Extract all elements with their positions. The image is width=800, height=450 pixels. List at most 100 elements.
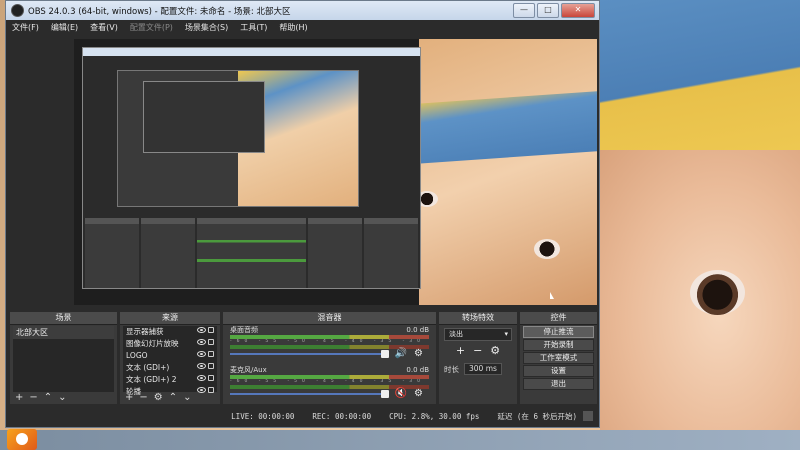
cpu-fps: CPU: 2.8%, 30.00 fps xyxy=(389,411,480,421)
add-scene-icon[interactable]: + xyxy=(15,393,23,403)
transition-gear-icon[interactable]: ⚙ xyxy=(490,344,500,357)
scenes-list[interactable]: 北部大区 xyxy=(13,326,114,392)
sources-dock: 来源 显示器捕获 图像幻灯片放映 LOGO 文本 (GDI+) 文本 (GDI+… xyxy=(120,312,220,404)
track-db: 0.0 dB xyxy=(406,326,429,334)
nested-dock-transitions xyxy=(307,218,362,288)
minimize-button[interactable]: — xyxy=(513,3,535,18)
transitions-dock-title: 转场特效 xyxy=(439,312,517,325)
window-title: OBS 24.0.3 (64-bit, windows) - 配置文件: 未命名… xyxy=(28,6,291,17)
visibility-eye-icon[interactable] xyxy=(197,327,206,333)
menu-scene-collection[interactable]: 场景集合(S) xyxy=(185,22,228,33)
muted-speaker-icon[interactable]: 🔇 xyxy=(395,388,407,399)
scenes-dock: 场景 北部大区 + − ⌃ ⌄ xyxy=(10,312,117,404)
lock-icon[interactable] xyxy=(208,339,214,345)
source-label: 文本 (GDI+) xyxy=(126,363,170,372)
gear-icon[interactable]: ⚙ xyxy=(414,348,423,359)
menu-file[interactable]: 文件(F) xyxy=(12,22,39,33)
add-source-icon[interactable]: + xyxy=(125,393,133,403)
move-down-icon[interactable]: ⌄ xyxy=(183,393,191,403)
duration-input[interactable]: 300 ms xyxy=(464,363,502,375)
menu-tools[interactable]: 工具(T) xyxy=(240,22,267,33)
transitions-dock: 转场特效 淡出 + − ⚙ 时长 300 ms xyxy=(439,312,517,404)
source-item[interactable]: 图像幻灯片放映 xyxy=(123,338,217,350)
move-down-icon[interactable]: ⌄ xyxy=(58,393,66,403)
visibility-eye-icon[interactable] xyxy=(197,351,206,357)
lock-icon[interactable] xyxy=(208,387,214,393)
close-button[interactable]: ✕ xyxy=(561,3,595,18)
maximize-button[interactable]: □ xyxy=(537,3,559,18)
nested-dock-controls xyxy=(363,218,419,288)
lock-icon[interactable] xyxy=(208,363,214,369)
taskbar xyxy=(0,430,800,450)
add-transition-icon[interactable]: + xyxy=(456,344,465,357)
status-bar: LIVE: 00:00:00 REC: 00:00:00 CPU: 2.8%, … xyxy=(6,409,599,423)
obs-logo-icon xyxy=(11,4,24,17)
menu-edit[interactable]: 编辑(E) xyxy=(51,22,78,33)
source-label: LOGO xyxy=(126,351,148,360)
track-name: 麦克风/Aux xyxy=(230,366,267,374)
speaker-icon[interactable]: 🔊 xyxy=(395,348,407,359)
preview-photo-eye xyxy=(534,239,560,259)
delay-status: 延迟 (在 6 秒后开始) xyxy=(497,411,577,421)
source-properties-gear-icon[interactable]: ⚙ xyxy=(154,393,163,403)
volume-slider[interactable] xyxy=(230,393,389,395)
start-recording-button[interactable]: 开始录制 xyxy=(523,339,594,351)
transition-select[interactable]: 淡出 xyxy=(444,328,512,341)
rec-timer: REC: 00:00:00 xyxy=(312,411,372,421)
mixer-dock-title: 混音器 xyxy=(223,312,436,325)
source-label: 显示器捕获 xyxy=(126,327,164,336)
taskbar-app-icon[interactable] xyxy=(7,429,37,450)
remove-transition-icon[interactable]: − xyxy=(473,344,482,357)
source-item[interactable]: 文本 (GDI+) 2 xyxy=(123,374,217,386)
source-item[interactable]: 文本 (GDI+) xyxy=(123,362,217,374)
scene-item[interactable]: 北部大区 xyxy=(13,326,114,339)
visibility-eye-icon[interactable] xyxy=(197,375,206,381)
volume-slider[interactable] xyxy=(230,353,389,355)
mixer-dock: 混音器 桌面音频 0.0 dB -60 -55 -50 -45 -40 -35 -… xyxy=(223,312,436,404)
mixer-track-desktop: 桌面音频0.0 dB -60 -55 -50 -45 -40 -35 -30 -… xyxy=(230,326,429,366)
move-up-icon[interactable]: ⌃ xyxy=(44,393,52,403)
exit-button[interactable]: 退出 xyxy=(523,378,594,390)
mouse-cursor-icon xyxy=(550,292,554,299)
lock-icon[interactable] xyxy=(208,351,214,357)
level-meter xyxy=(230,375,429,379)
lock-icon[interactable] xyxy=(208,327,214,333)
source-label: 图像幻灯片放映 xyxy=(126,339,179,348)
visibility-eye-icon[interactable] xyxy=(197,339,206,345)
track-db: 0.0 dB xyxy=(406,366,429,374)
level-meter xyxy=(230,335,429,339)
stop-streaming-button[interactable]: 停止推流 xyxy=(523,326,594,338)
track-name: 桌面音频 xyxy=(230,326,258,334)
move-up-icon[interactable]: ⌃ xyxy=(169,393,177,403)
settings-button[interactable]: 设置 xyxy=(523,365,594,377)
preview-canvas[interactable] xyxy=(74,39,597,305)
title-bar[interactable]: OBS 24.0.3 (64-bit, windows) - 配置文件: 未命名… xyxy=(6,1,599,20)
menu-help[interactable]: 帮助(H) xyxy=(279,22,307,33)
visibility-eye-icon[interactable] xyxy=(197,387,206,393)
obs-window: OBS 24.0.3 (64-bit, windows) - 配置文件: 未命名… xyxy=(5,0,600,428)
controls-dock-title: 控件 xyxy=(520,312,597,325)
sources-dock-title: 来源 xyxy=(120,312,220,325)
nested-title-bar xyxy=(83,48,420,56)
menu-bar: 文件(F) 编辑(E) 查看(V) 配置文件(P) 场景集合(S) 工具(T) … xyxy=(6,20,599,34)
studio-mode-button[interactable]: 工作室模式 xyxy=(523,352,594,364)
background-photo-eye xyxy=(690,270,745,315)
volume-slider-knob[interactable] xyxy=(381,390,389,398)
source-item[interactable]: LOGO xyxy=(123,350,217,362)
menu-profile[interactable]: 配置文件(P) xyxy=(130,22,173,33)
lock-icon[interactable] xyxy=(208,375,214,381)
source-item[interactable]: 显示器捕获 xyxy=(123,326,217,338)
remove-source-icon[interactable]: − xyxy=(139,393,147,403)
remove-scene-icon[interactable]: − xyxy=(29,393,37,403)
visibility-eye-icon[interactable] xyxy=(197,363,206,369)
mixer-track-mic: 麦克风/Aux 0.0 dB -60 -55 -50 -45 -40 -35 -3… xyxy=(230,366,429,406)
nested-docks xyxy=(83,218,420,288)
stream-status-indicator xyxy=(583,411,593,421)
scenes-dock-title: 场景 xyxy=(10,312,117,325)
sources-list[interactable]: 显示器捕获 图像幻灯片放映 LOGO 文本 (GDI+) 文本 (GDI+) 2… xyxy=(123,326,217,396)
menu-view[interactable]: 查看(V) xyxy=(90,22,118,33)
gear-icon[interactable]: ⚙ xyxy=(414,388,423,399)
source-label: 文本 (GDI+) 2 xyxy=(126,375,177,384)
preview-photo xyxy=(419,39,597,305)
volume-slider-knob[interactable] xyxy=(381,350,389,358)
